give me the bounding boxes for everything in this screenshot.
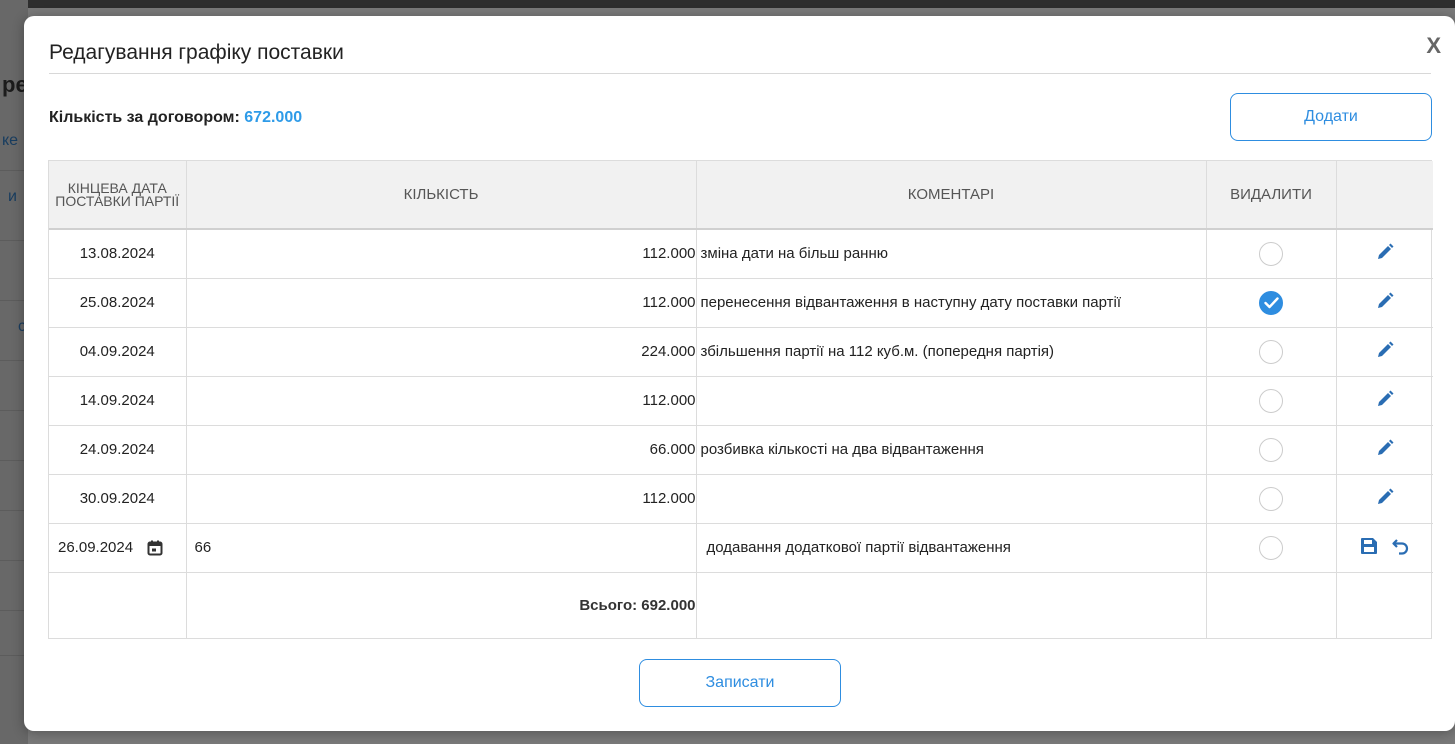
column-header-actions [1336, 161, 1433, 230]
cell-quantity: 112.000 [186, 376, 697, 426]
edit-delivery-schedule-dialog: Редагування графіку поставки X Кількість… [24, 16, 1455, 731]
actions-cell [1336, 278, 1433, 328]
delete-checkbox[interactable] [1259, 241, 1283, 266]
table-total-row: Всього: 692.000 [49, 572, 1433, 638]
pencil-icon[interactable] [1376, 439, 1394, 461]
delivery-schedule-table: Кінцева дата поставки партії Кількість К… [48, 160, 1433, 639]
table-row-editing: 26.09.2024 66 додавання додаткової парті… [49, 523, 1433, 573]
cell-quantity: 66.000 [186, 425, 697, 475]
delete-cell [1206, 327, 1337, 377]
cell-date: 04.09.2024 [49, 327, 187, 377]
cell-comment: зміна дати на більш ранню [696, 229, 1207, 279]
pencil-icon[interactable] [1376, 390, 1394, 412]
pencil-icon[interactable] [1376, 243, 1394, 265]
contract-quantity-label: Кількість за договором: [49, 109, 240, 126]
pencil-icon[interactable] [1376, 488, 1394, 510]
cell-date: 13.08.2024 [49, 229, 187, 279]
table-row: 14.09.2024 112.000 [49, 376, 1433, 426]
column-header-comments[interactable]: Коментарі [696, 161, 1207, 230]
actions-cell [1336, 425, 1433, 475]
column-header-date[interactable]: Кінцева дата поставки партії [49, 161, 187, 230]
cell-comment: перенесення відвантаження в наступну дат… [696, 278, 1207, 328]
delete-checkbox[interactable] [1259, 388, 1283, 413]
floppy-disk-icon[interactable] [1360, 537, 1378, 559]
save-button[interactable]: Записати [639, 659, 841, 707]
quantity-input[interactable]: 66 [187, 539, 696, 556]
pencil-icon[interactable] [1376, 292, 1394, 314]
cell-date: 24.09.2024 [49, 425, 187, 475]
actions-cell [1336, 474, 1433, 524]
close-button[interactable]: X [1426, 33, 1441, 59]
actions-cell [1336, 523, 1433, 573]
edit-date-cell[interactable]: 26.09.2024 [49, 523, 187, 573]
delete-checkbox[interactable] [1259, 535, 1283, 560]
cell-comment [696, 376, 1207, 426]
column-header-quantity[interactable]: Кількість [186, 161, 697, 230]
cell-date: 30.09.2024 [49, 474, 187, 524]
actions-cell [1336, 229, 1433, 279]
title-divider [49, 73, 1431, 74]
undo-icon[interactable] [1392, 537, 1410, 559]
cell-comment: збільшення партії на 112 куб.м. (поперед… [696, 327, 1207, 377]
delete-cell [1206, 229, 1337, 279]
delete-checkbox[interactable] [1259, 437, 1283, 462]
comment-input[interactable]: додавання додаткової партії відвантаженн… [697, 539, 1206, 556]
date-input[interactable]: 26.09.2024 [58, 539, 133, 556]
delete-cell [1206, 278, 1337, 328]
delete-cell [1206, 474, 1337, 524]
cell-quantity: 224.000 [186, 327, 697, 377]
checkmark-icon [1264, 296, 1279, 308]
cell-quantity: 112.000 [186, 278, 697, 328]
table-row: 13.08.2024 112.000 зміна дати на більш ран… [49, 229, 1433, 279]
cell-comment [696, 474, 1207, 524]
contract-quantity-value: 672.000 [244, 109, 303, 126]
cell-quantity: 112.000 [186, 229, 697, 279]
cell-date: 14.09.2024 [49, 376, 187, 426]
total-quantity: Всього: 692.000 [186, 572, 697, 638]
table-row: 30.09.2024 112.000 [49, 474, 1433, 524]
table-row: 04.09.2024 224.000 збільшення партії на 11… [49, 327, 1433, 377]
calendar-icon[interactable] [147, 540, 163, 556]
table-row: 24.09.2024 66.000 розбивка кількості на дв… [49, 425, 1433, 475]
delete-cell [1206, 425, 1337, 475]
pencil-icon[interactable] [1376, 341, 1394, 363]
delete-checkbox[interactable] [1259, 339, 1283, 364]
table-header-row: Кінцева дата поставки партії Кількість К… [49, 161, 1433, 230]
dialog-title: Редагування графіку поставки [49, 41, 344, 64]
actions-cell [1336, 327, 1433, 377]
delete-checkbox[interactable] [1259, 290, 1283, 315]
delete-checkbox[interactable] [1259, 486, 1283, 511]
cell-date: 25.08.2024 [49, 278, 187, 328]
edit-quantity-cell[interactable]: 66 [186, 523, 697, 573]
actions-cell [1336, 376, 1433, 426]
column-header-delete[interactable]: Видалити [1206, 161, 1337, 230]
edit-comment-cell[interactable]: додавання додаткової партії відвантаженн… [696, 523, 1207, 573]
delete-cell [1206, 523, 1337, 573]
cell-quantity: 112.000 [186, 474, 697, 524]
cell-comment: розбивка кількості на два відвантаження [696, 425, 1207, 475]
contract-quantity: Кількість за договором: 672.000 [49, 109, 302, 127]
delete-cell [1206, 376, 1337, 426]
table-row: 25.08.2024 112.000 перенесення відвантажен… [49, 278, 1433, 328]
add-button[interactable]: Додати [1230, 93, 1432, 141]
